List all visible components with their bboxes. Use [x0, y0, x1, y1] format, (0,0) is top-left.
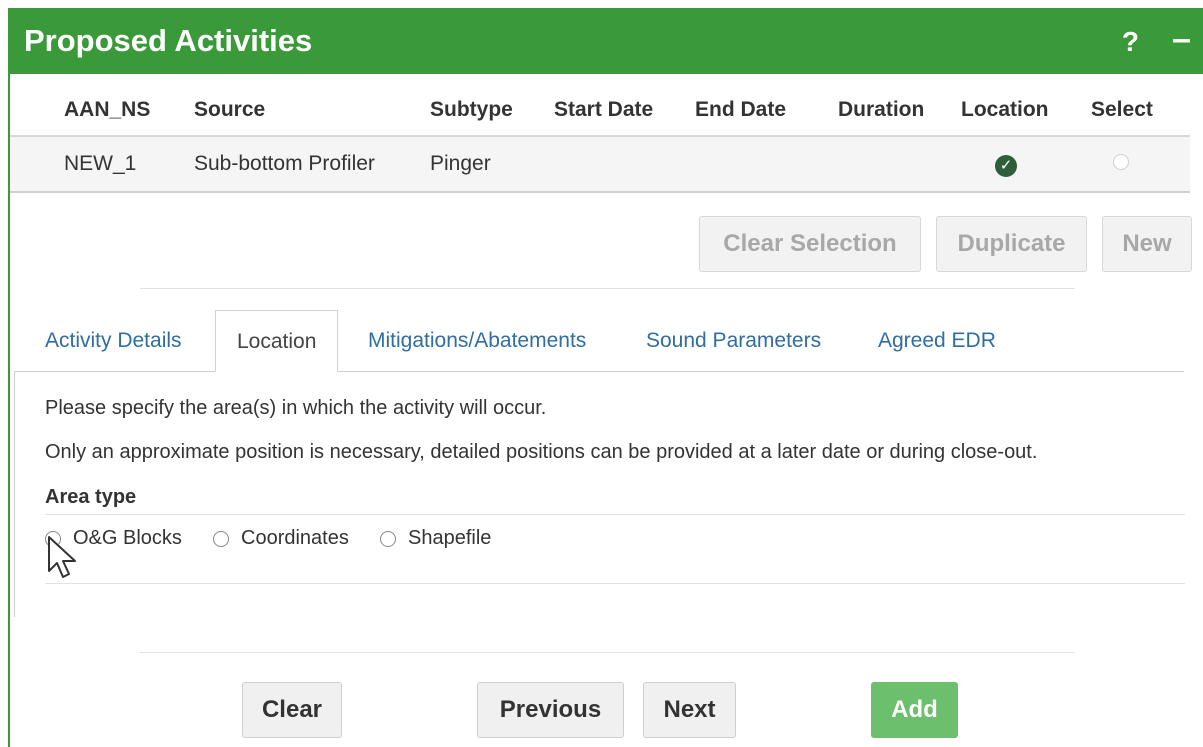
column-header-duration: Duration [838, 84, 961, 137]
tab-activity-details[interactable]: Activity Details [45, 310, 182, 372]
cell-end-date [695, 136, 838, 193]
column-header-select: Select [1091, 84, 1190, 137]
mouse-cursor-icon [48, 536, 76, 578]
table-row[interactable]: NEW_1 Sub-bottom Profiler Pinger ✓ [10, 136, 1190, 193]
next-button[interactable]: Next [643, 682, 736, 738]
cell-select [1091, 136, 1190, 193]
table-spacer [10, 136, 64, 193]
tab-sound-parameters[interactable]: Sound Parameters [646, 310, 821, 372]
tab-agreed-edr[interactable]: Agreed EDR [878, 310, 996, 372]
table-spacer [10, 84, 64, 137]
column-header-location: Location [961, 84, 1091, 137]
previous-button[interactable]: Previous [477, 682, 624, 738]
cell-duration [838, 136, 961, 193]
column-header-start-date: Start Date [554, 84, 695, 137]
row-select-radio[interactable] [1113, 154, 1129, 170]
clear-button[interactable]: Clear [242, 682, 342, 738]
help-icon[interactable]: ? [1122, 26, 1139, 58]
new-button[interactable]: New [1102, 216, 1192, 272]
area-section-divider [45, 583, 1185, 584]
cell-subtype: Pinger [430, 136, 554, 193]
column-header-end-date: End Date [695, 84, 838, 137]
footer-divider [140, 652, 1075, 653]
tab-panel-border [14, 371, 15, 617]
cell-location: ✓ [961, 136, 1091, 193]
activities-table: AAN_NS Source Subtype Start Date End Dat… [10, 84, 1190, 193]
location-instruction-2: Only an approximate position is necessar… [45, 441, 1038, 463]
panel-title: Proposed Activities [24, 23, 313, 58]
check-circle-icon: ✓ [995, 154, 1017, 177]
tab-mitigations-abatements[interactable]: Mitigations/Abatements [368, 310, 586, 372]
add-button[interactable]: Add [871, 682, 958, 738]
divider [140, 288, 1075, 289]
cell-start-date [554, 136, 695, 193]
area-type-shapefile-radio[interactable] [380, 531, 396, 547]
minimize-icon[interactable]: – [1172, 20, 1191, 59]
clear-selection-button[interactable]: Clear Selection [699, 216, 921, 272]
table-header-row: AAN_NS Source Subtype Start Date End Dat… [10, 84, 1190, 137]
area-type-divider [45, 514, 1185, 515]
area-type-shapefile-label[interactable]: Shapefile [408, 527, 491, 550]
column-header-subtype: Subtype [430, 84, 554, 137]
duplicate-button[interactable]: Duplicate [936, 216, 1087, 272]
cell-source: Sub-bottom Profiler [194, 136, 430, 193]
column-header-source: Source [194, 84, 430, 137]
column-header-aan-ns: AAN_NS [64, 84, 194, 137]
cell-aan-ns: NEW_1 [64, 136, 194, 193]
location-instruction-1: Please specify the area(s) in which the … [45, 397, 547, 419]
panel-header: Proposed Activities ? – [10, 8, 1203, 74]
area-type-og-blocks-label[interactable]: O&G Blocks [73, 527, 182, 550]
tab-location[interactable]: Location [215, 310, 339, 372]
area-type-coordinates-label[interactable]: Coordinates [241, 527, 349, 550]
area-type-coordinates-radio[interactable] [213, 531, 229, 547]
tab-bar-border [14, 371, 1184, 372]
area-type-label: Area type [45, 486, 137, 508]
